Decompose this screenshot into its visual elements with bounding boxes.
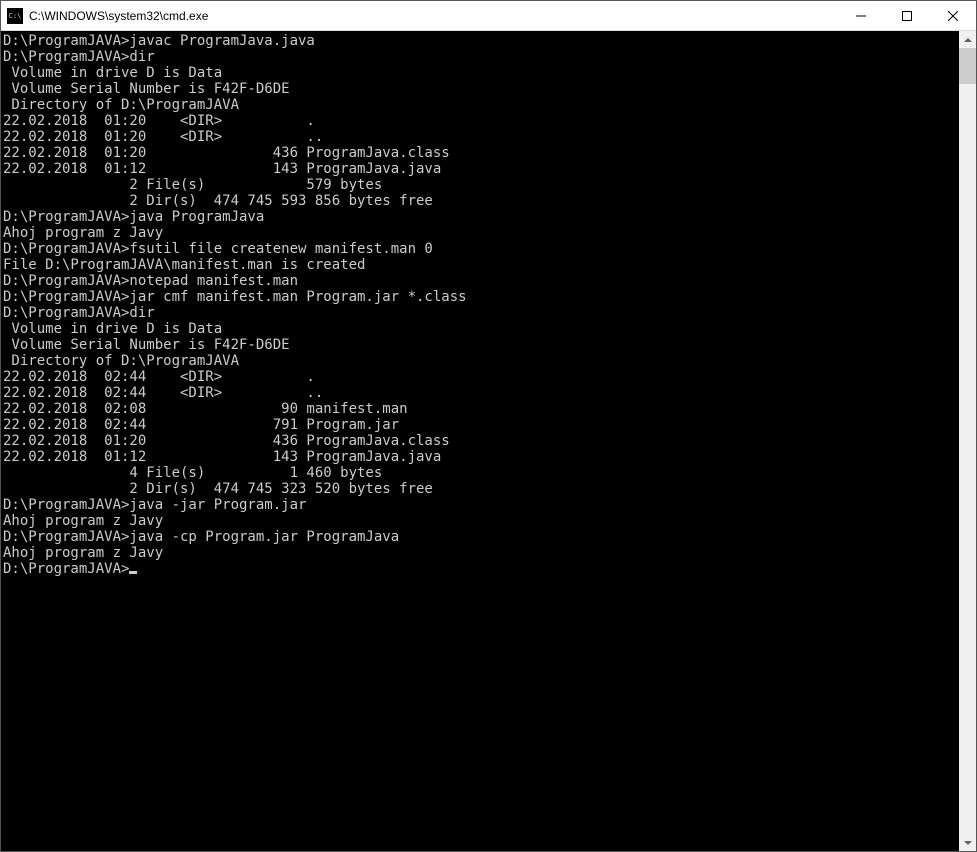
terminal-line: Volume in drive D is Data bbox=[3, 65, 959, 81]
terminal-line: D:\ProgramJAVA>dir bbox=[3, 49, 959, 65]
terminal-line: 22.02.2018 02:44 791 Program.jar bbox=[3, 417, 959, 433]
terminal-line: 2 Dir(s) 474 745 593 856 bytes free bbox=[3, 193, 959, 209]
terminal-line: 22.02.2018 01:12 143 ProgramJava.java bbox=[3, 161, 959, 177]
vertical-scrollbar[interactable] bbox=[959, 31, 976, 851]
terminal-line: D:\ProgramJAVA>jar cmf manifest.man Prog… bbox=[3, 289, 959, 305]
terminal-line: Ahoj program z Javy bbox=[3, 225, 959, 241]
scroll-track[interactable] bbox=[959, 48, 976, 834]
terminal-container: D:\ProgramJAVA>javac ProgramJava.javaD:\… bbox=[1, 31, 976, 851]
terminal-line: 22.02.2018 01:20 436 ProgramJava.class bbox=[3, 145, 959, 161]
terminal-line: 22.02.2018 01:20 <DIR> .. bbox=[3, 129, 959, 145]
terminal-line: D:\ProgramJAVA>java -cp Program.jar Prog… bbox=[3, 529, 959, 545]
terminal-line: 22.02.2018 01:20 <DIR> . bbox=[3, 113, 959, 129]
chevron-up-icon bbox=[964, 38, 972, 42]
terminal-line: D:\ProgramJAVA>java -jar Program.jar bbox=[3, 497, 959, 513]
terminal-line: 2 Dir(s) 474 745 323 520 bytes free bbox=[3, 481, 959, 497]
terminal-line: 22.02.2018 01:12 143 ProgramJava.java bbox=[3, 449, 959, 465]
maximize-icon bbox=[902, 11, 912, 21]
terminal-line: 22.02.2018 02:08 90 manifest.man bbox=[3, 401, 959, 417]
terminal-line: Volume in drive D is Data bbox=[3, 321, 959, 337]
minimize-icon bbox=[856, 11, 866, 21]
terminal-line: Ahoj program z Javy bbox=[3, 545, 959, 561]
cmd-icon-label: C:\ bbox=[9, 12, 22, 20]
terminal-line: 4 File(s) 1 460 bytes bbox=[3, 465, 959, 481]
terminal-line: Directory of D:\ProgramJAVA bbox=[3, 353, 959, 369]
scroll-up-arrow[interactable] bbox=[959, 31, 976, 48]
terminal-line: 22.02.2018 02:44 <DIR> . bbox=[3, 369, 959, 385]
cmd-icon: C:\ bbox=[7, 8, 23, 24]
scroll-down-arrow[interactable] bbox=[959, 834, 976, 851]
terminal-line: Volume Serial Number is F42F-D6DE bbox=[3, 337, 959, 353]
terminal-line: 22.02.2018 01:20 436 ProgramJava.class bbox=[3, 433, 959, 449]
window-controls bbox=[838, 1, 976, 30]
chevron-down-icon bbox=[964, 841, 972, 845]
maximize-button[interactable] bbox=[884, 1, 930, 30]
terminal-line: 22.02.2018 02:44 <DIR> .. bbox=[3, 385, 959, 401]
command-prompt-window: C:\ C:\WINDOWS\system32\cmd.exe D:\Progr… bbox=[0, 0, 977, 852]
terminal-cursor bbox=[129, 571, 137, 574]
terminal-line: 2 File(s) 579 bytes bbox=[3, 177, 959, 193]
terminal-line: Directory of D:\ProgramJAVA bbox=[3, 97, 959, 113]
terminal-line: D:\ProgramJAVA>java ProgramJava bbox=[3, 209, 959, 225]
window-title: C:\WINDOWS\system32\cmd.exe bbox=[29, 9, 208, 23]
titlebar-left: C:\ C:\WINDOWS\system32\cmd.exe bbox=[1, 8, 208, 24]
close-button[interactable] bbox=[930, 1, 976, 30]
terminal-line: D:\ProgramJAVA>fsutil file createnew man… bbox=[3, 241, 959, 257]
terminal-line: Ahoj program z Javy bbox=[3, 513, 959, 529]
titlebar[interactable]: C:\ C:\WINDOWS\system32\cmd.exe bbox=[1, 1, 976, 31]
terminal-line: File D:\ProgramJAVA\manifest.man is crea… bbox=[3, 257, 959, 273]
terminal-line: D:\ProgramJAVA>javac ProgramJava.java bbox=[3, 33, 959, 49]
terminal-line: D:\ProgramJAVA> bbox=[3, 561, 959, 577]
terminal-output[interactable]: D:\ProgramJAVA>javac ProgramJava.javaD:\… bbox=[1, 31, 959, 851]
minimize-button[interactable] bbox=[838, 1, 884, 30]
scroll-thumb[interactable] bbox=[959, 48, 976, 84]
terminal-line: Volume Serial Number is F42F-D6DE bbox=[3, 81, 959, 97]
terminal-line: D:\ProgramJAVA>notepad manifest.man bbox=[3, 273, 959, 289]
terminal-line: D:\ProgramJAVA>dir bbox=[3, 305, 959, 321]
close-icon bbox=[948, 11, 958, 21]
